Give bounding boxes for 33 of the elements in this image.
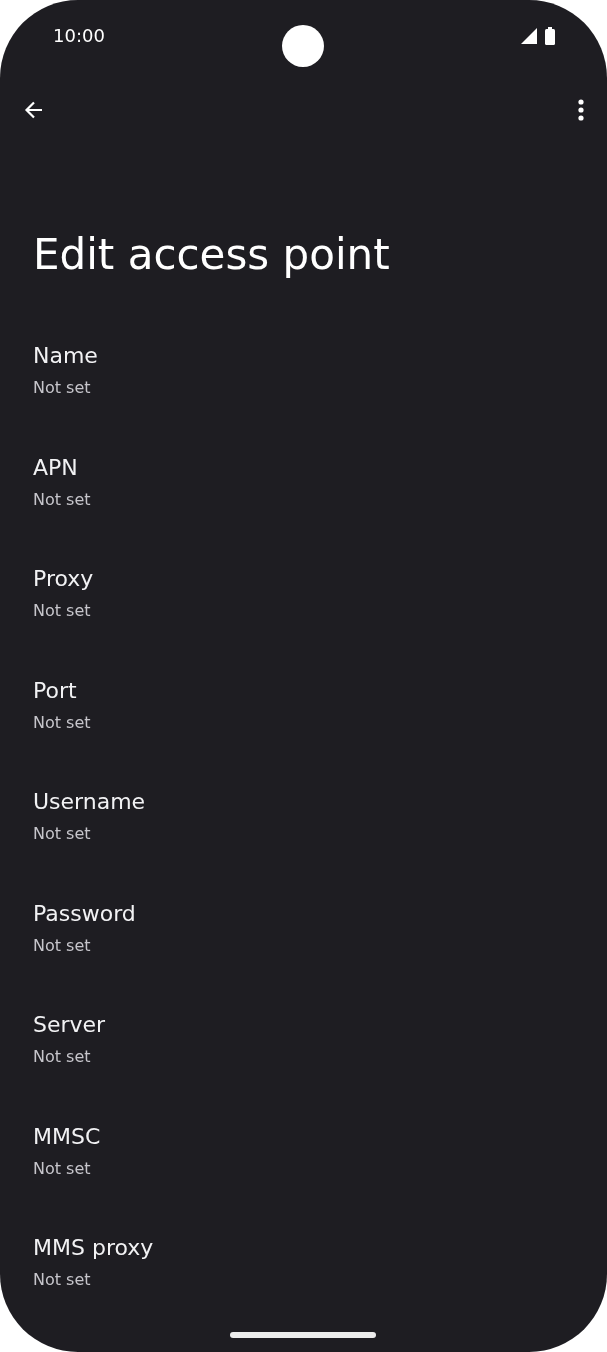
setting-item[interactable]: MMS proxy Not set <box>0 1233 607 1345</box>
setting-value: Not set <box>33 377 91 399</box>
setting-item[interactable]: Username Not set <box>0 787 607 899</box>
setting-value: Not set <box>33 823 91 845</box>
signal-icon <box>521 28 537 44</box>
more-vert-icon <box>577 98 585 122</box>
setting-label: Password <box>33 899 136 928</box>
setting-label: MMSC <box>33 1122 101 1151</box>
setting-item[interactable]: Proxy Not set <box>0 564 607 676</box>
setting-item[interactable]: Server Not set <box>0 1010 607 1122</box>
setting-label: Username <box>33 788 146 816</box>
setting-value: Not set <box>33 711 91 734</box>
setting-value: Not set <box>33 488 91 511</box>
setting-label: Name <box>33 342 98 370</box>
setting-item[interactable]: Name Not set <box>0 341 607 453</box>
setting-item[interactable]: Password Not set <box>0 898 607 1010</box>
setting-item[interactable]: Port Not set <box>0 675 607 787</box>
battery-icon <box>545 27 555 45</box>
camera-cutout <box>282 25 324 67</box>
setting-value: Not set <box>33 1269 91 1291</box>
setting-label: APN <box>33 453 78 482</box>
page-title: Edit access point <box>33 229 391 281</box>
setting-label: Server <box>33 1011 106 1039</box>
setting-item[interactable]: APN Not set <box>0 452 607 564</box>
setting-value: Not set <box>33 934 91 957</box>
setting-label: Proxy <box>33 565 94 593</box>
setting-value: Not set <box>33 600 91 622</box>
setting-item[interactable]: MMSC Not set <box>0 1121 607 1233</box>
setting-value: Not set <box>33 1157 91 1180</box>
setting-label: Port <box>33 676 77 705</box>
setting-label: MMS proxy <box>33 1234 154 1262</box>
setting-value: Not set <box>33 1046 91 1068</box>
status-time: 10:00 <box>53 25 105 47</box>
